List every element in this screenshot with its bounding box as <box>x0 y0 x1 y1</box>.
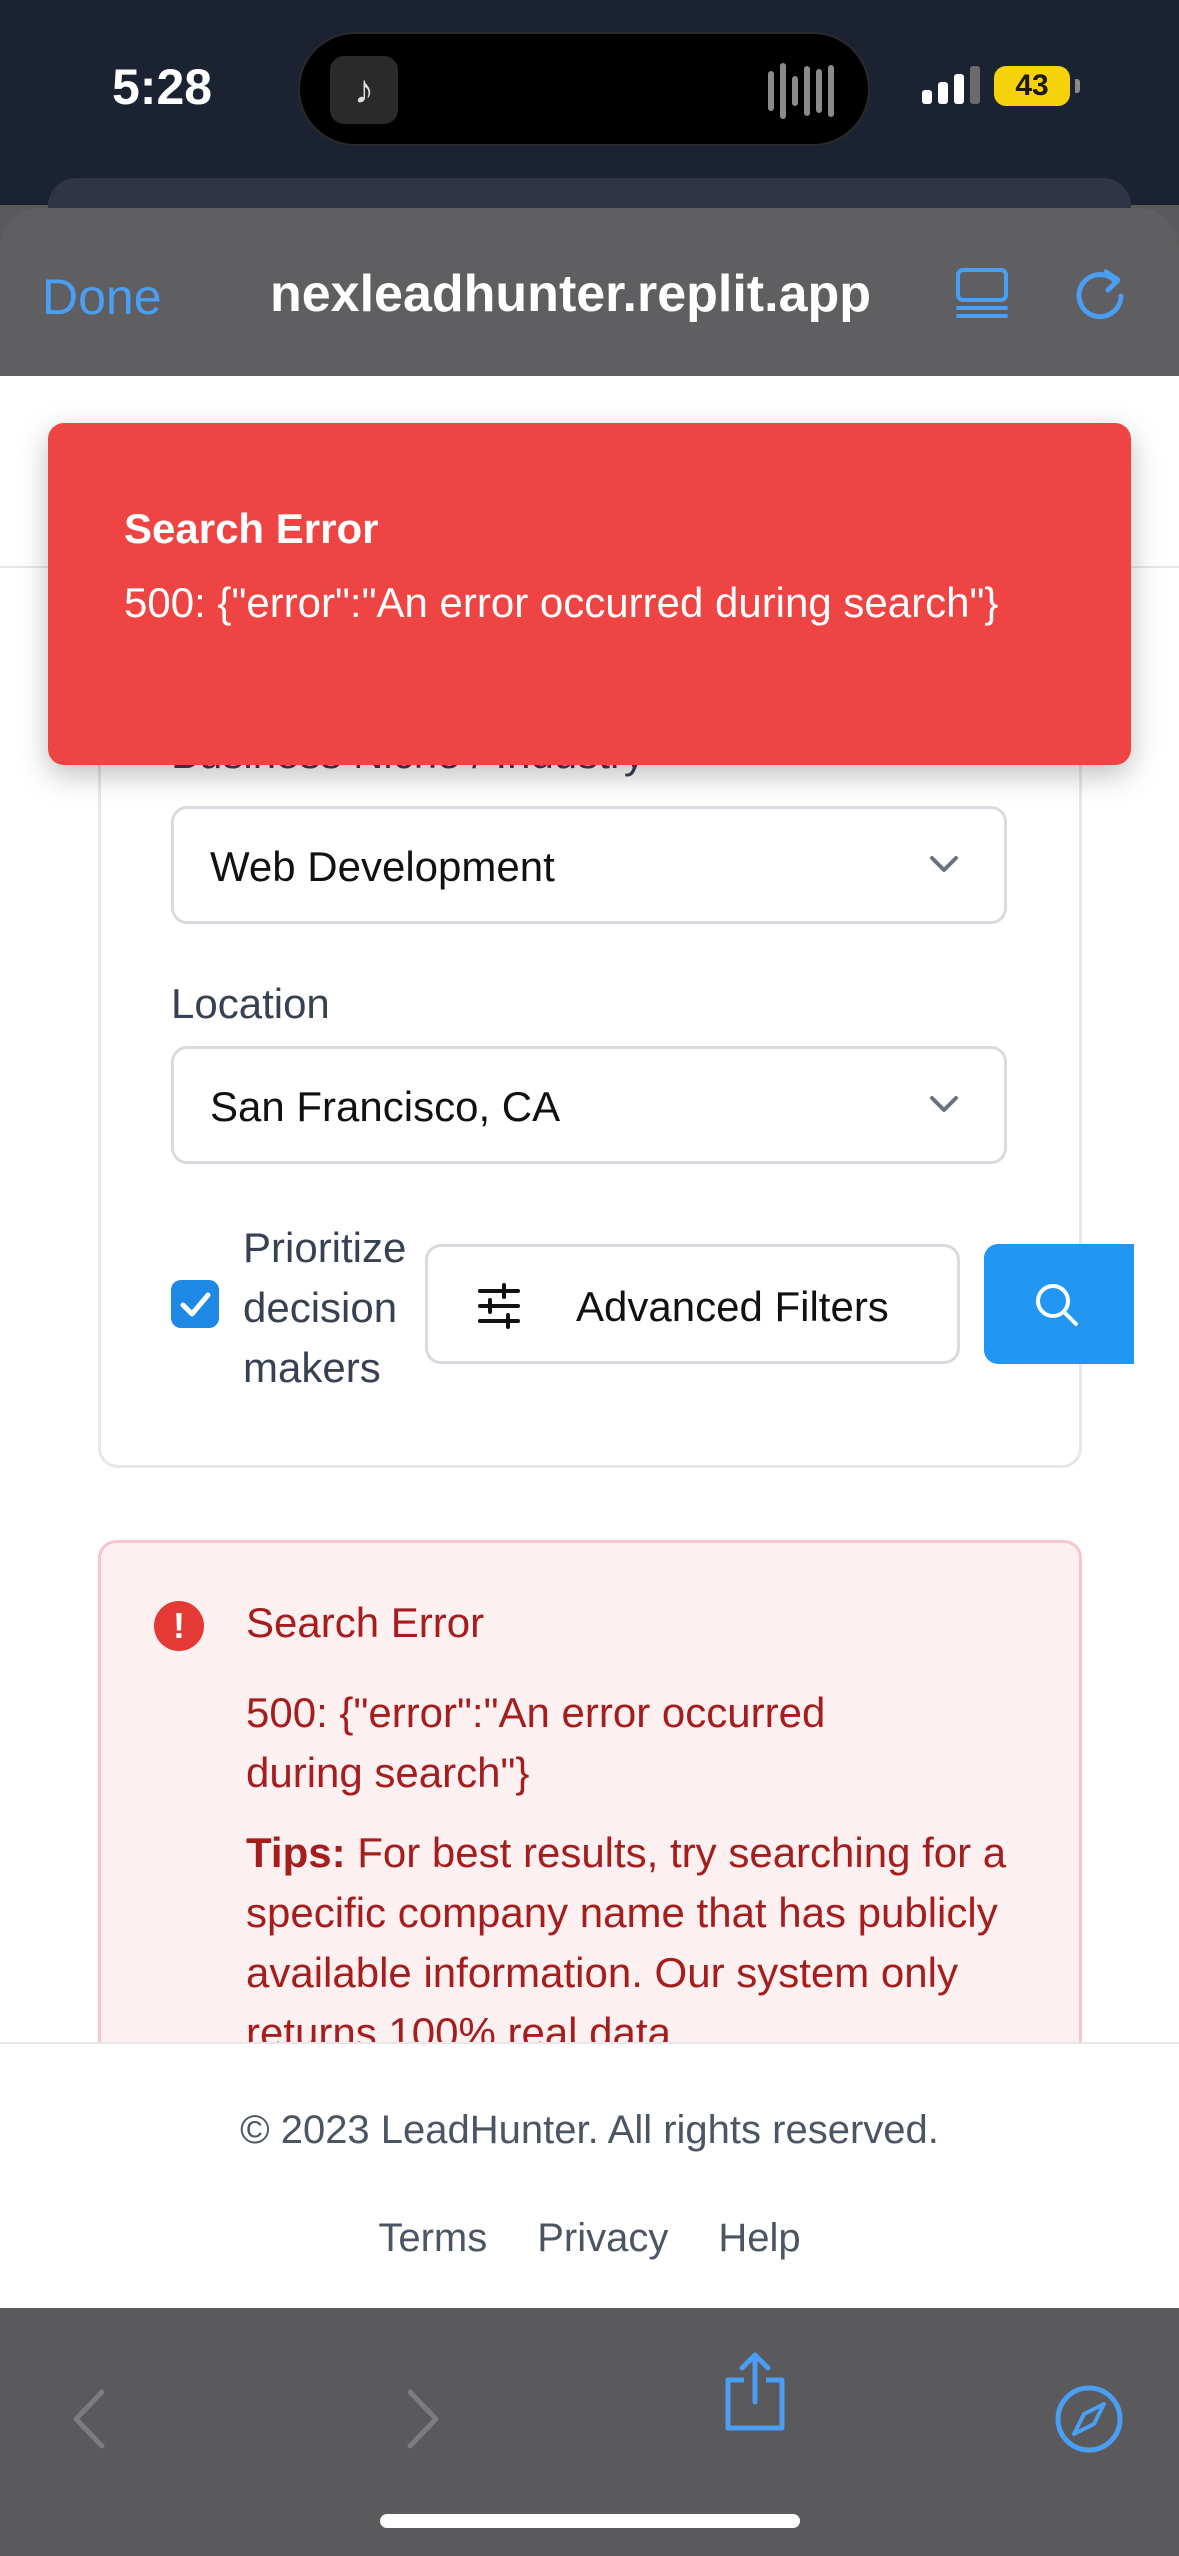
reload-icon[interactable] <box>1070 264 1130 324</box>
niche-select[interactable]: Web Development <box>171 806 1007 924</box>
status-time: 5:28 <box>112 59 213 115</box>
advanced-filters-label: Advanced Filters <box>576 1283 889 1330</box>
page-footer: © 2023 LeadHunter. All rights reserved. … <box>0 2042 1179 2308</box>
alert-circle-icon: ! <box>154 1601 204 1651</box>
dynamic-island: ♪ <box>298 32 870 146</box>
signal-icon <box>922 66 980 104</box>
footer-link-help[interactable]: Help <box>718 2216 800 2261</box>
niche-select-value: Web Development <box>210 843 555 890</box>
footer-link-terms[interactable]: Terms <box>378 2216 487 2261</box>
error-title: Search Error <box>246 1599 485 1646</box>
reader-view-icon[interactable] <box>954 264 1010 320</box>
share-icon[interactable] <box>722 2350 788 2434</box>
compass-icon[interactable] <box>1054 2384 1124 2454</box>
toast-title: Search Error <box>124 505 379 552</box>
copyright-text: © 2023 LeadHunter. All rights reserved. <box>240 2108 939 2152</box>
audio-wave-icon <box>768 62 838 120</box>
browser-top-bar: Done nexleadhunter.replit.app <box>0 208 1179 376</box>
tips-text: For best results, try searching for a sp… <box>246 1829 1007 2056</box>
error-message: 500: {"error":"An error occurred during … <box>246 1689 826 1796</box>
checkmark-icon <box>180 1292 211 1317</box>
toast-message: 500: {"error":"An error occurred during … <box>124 579 999 626</box>
app-thumbnail-icon: ♪ <box>330 56 398 124</box>
forward-icon[interactable] <box>402 2386 446 2452</box>
search-icon <box>1036 1284 1078 1326</box>
search-button[interactable] <box>984 1244 1134 1364</box>
tips-label: Tips: <box>246 1829 346 1876</box>
location-select-value: San Francisco, CA <box>210 1083 561 1130</box>
sliders-icon <box>478 1283 520 1329</box>
battery-icon: 43 <box>994 66 1080 106</box>
done-button[interactable]: Done <box>42 268 162 326</box>
advanced-filters-button[interactable]: Advanced Filters <box>425 1244 960 1364</box>
chevron-down-icon <box>930 1096 958 1112</box>
location-select[interactable]: San Francisco, CA <box>171 1046 1007 1164</box>
home-indicator[interactable] <box>380 2514 800 2528</box>
error-tips: Tips: For best results, try searching fo… <box>246 1823 1026 2063</box>
footer-links: Terms Privacy Help <box>0 2216 1179 2261</box>
back-icon[interactable] <box>66 2386 110 2452</box>
location-label: Location <box>171 980 330 1027</box>
chevron-down-icon <box>930 856 958 872</box>
prioritize-label[interactable]: Prioritize decision makers <box>243 1218 443 1398</box>
error-toast[interactable]: Search Error 500: {"error":"An error occ… <box>48 423 1131 765</box>
url-label[interactable]: nexleadhunter.replit.app <box>270 264 871 324</box>
prioritize-checkbox[interactable] <box>171 1280 219 1328</box>
footer-link-privacy[interactable]: Privacy <box>537 2216 668 2261</box>
